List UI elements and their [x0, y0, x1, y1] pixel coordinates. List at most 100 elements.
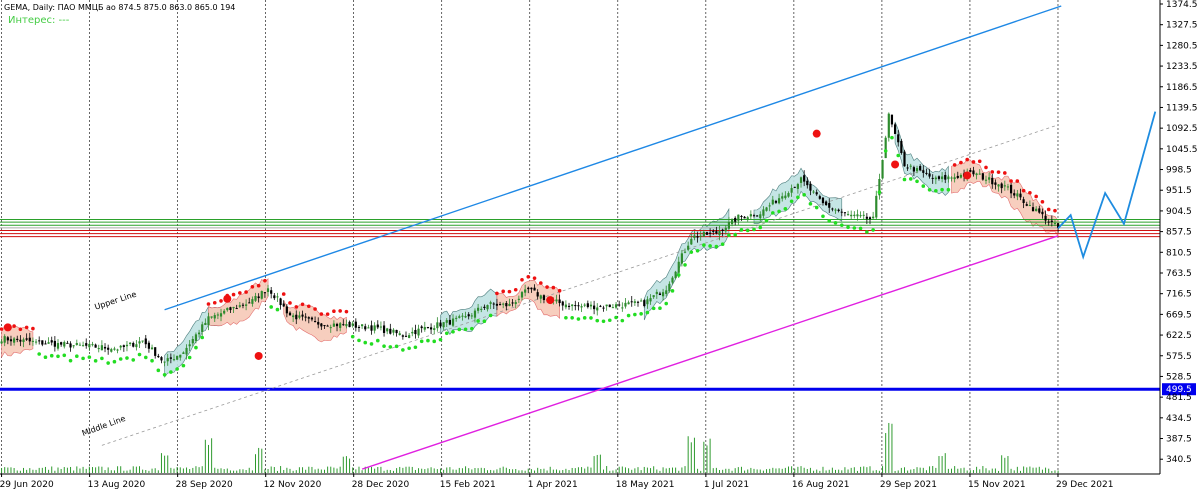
stop-dot-red — [971, 160, 976, 164]
stop-dot-red — [959, 160, 963, 165]
x-tick-label: 1 Apr 2021 — [528, 480, 578, 490]
bear-candle — [1047, 221, 1050, 223]
stop-dot-green — [877, 190, 882, 195]
bull-candle — [332, 323, 335, 327]
bull-candle — [555, 299, 558, 302]
bull-candle — [78, 344, 82, 346]
bear-candle — [903, 151, 906, 167]
stop-dot-green — [708, 244, 712, 248]
signal-dot — [963, 171, 972, 180]
bear-candle — [6, 337, 9, 341]
bull-candle — [640, 300, 643, 302]
bull-candle — [508, 303, 511, 306]
stop-dot-green — [777, 209, 781, 214]
price-chart[interactable]: 499.5 Upper LineMiddle Line 1374.51327.5… — [0, 0, 1200, 493]
bear-candle — [865, 216, 868, 219]
x-tick-label: 12 Nov 2020 — [264, 480, 322, 490]
bear-candle — [313, 321, 317, 323]
x-tick-label: 18 May 2021 — [616, 480, 675, 490]
y-tick-label: 951.5 — [1166, 186, 1192, 196]
bull-candle — [119, 345, 122, 348]
bull-candle — [856, 214, 859, 217]
stop-dot-red — [31, 326, 35, 331]
bear-candle — [803, 175, 806, 182]
stop-dot-green — [589, 316, 593, 320]
bear-candle — [752, 215, 756, 217]
x-tick-label: 13 Aug 2020 — [88, 480, 146, 490]
bull-candle — [31, 340, 35, 342]
bull-candle — [461, 315, 464, 317]
bear-candle — [577, 305, 580, 307]
bull-candle — [423, 327, 426, 330]
bear-candle — [342, 324, 345, 326]
stop-dot-red — [206, 302, 211, 306]
bear-candle — [404, 335, 408, 337]
bull-candle — [0, 341, 3, 344]
bull-candle — [110, 349, 113, 352]
bull-candle — [486, 305, 489, 310]
bull-candle — [97, 348, 100, 350]
bull-candle — [480, 308, 483, 310]
bull-candle — [176, 355, 179, 360]
stop-dot-green — [463, 327, 468, 332]
bull-candle — [194, 334, 198, 341]
bear-candle — [944, 174, 947, 180]
stop-dot-green — [802, 193, 806, 197]
bear-candle — [956, 175, 959, 178]
stop-dot-red — [263, 278, 267, 283]
stop-dot-red — [532, 276, 537, 280]
stop-dot-green — [81, 356, 85, 361]
bull-candle — [1016, 193, 1019, 197]
stop-dot-green — [921, 184, 926, 188]
stop-dot-green — [269, 305, 273, 309]
bear-candle — [599, 305, 602, 307]
stop-dot-green — [808, 202, 813, 206]
bull-candle — [201, 324, 204, 332]
bull-candle — [125, 344, 129, 347]
stop-dot-green — [908, 177, 913, 181]
stop-dot-red — [219, 299, 223, 303]
stop-dot-green — [438, 337, 443, 342]
stop-dot-green — [620, 318, 625, 323]
bear-candle — [16, 338, 19, 340]
bull-candle — [56, 343, 60, 349]
stop-dot-green — [582, 316, 587, 320]
stop-dot-red — [545, 285, 549, 289]
bear-candle — [1013, 193, 1016, 196]
stop-dot-red — [294, 305, 299, 309]
bull-candle — [204, 322, 207, 326]
bull-candle — [135, 344, 138, 348]
bull-candle — [232, 306, 235, 309]
bull-candle — [266, 288, 270, 292]
stop-dot-red — [520, 277, 524, 282]
bull-candle — [451, 318, 455, 326]
bear-candle — [809, 183, 812, 191]
signal-dot — [891, 160, 900, 169]
bull-candle — [564, 304, 567, 308]
stop-dot-green — [689, 250, 694, 254]
stop-dot-green — [181, 363, 186, 368]
bear-candle — [536, 292, 539, 297]
bear-candle — [643, 300, 646, 307]
bull-candle — [213, 315, 216, 319]
stop-dot-green — [106, 361, 110, 365]
stop-dot-red — [1003, 171, 1007, 175]
bear-candle — [288, 312, 292, 316]
stop-dot-red — [212, 300, 217, 305]
bear-candle — [154, 347, 157, 356]
bull-candle — [210, 316, 213, 318]
bear-candle — [263, 292, 267, 294]
bear-candle — [357, 326, 361, 328]
bull-candle — [941, 176, 944, 180]
bear-candle — [1031, 207, 1035, 212]
stop-dot-green — [394, 344, 399, 349]
stop-dot-green — [131, 358, 136, 362]
bear-candle — [132, 343, 135, 347]
stop-dot-green — [401, 348, 405, 352]
bull-candle — [1003, 185, 1006, 187]
bull-candle — [539, 295, 542, 299]
bull-candle — [702, 231, 705, 237]
bear-candle — [906, 167, 909, 169]
stop-dot-green — [49, 353, 54, 358]
bull-candle — [520, 292, 524, 298]
